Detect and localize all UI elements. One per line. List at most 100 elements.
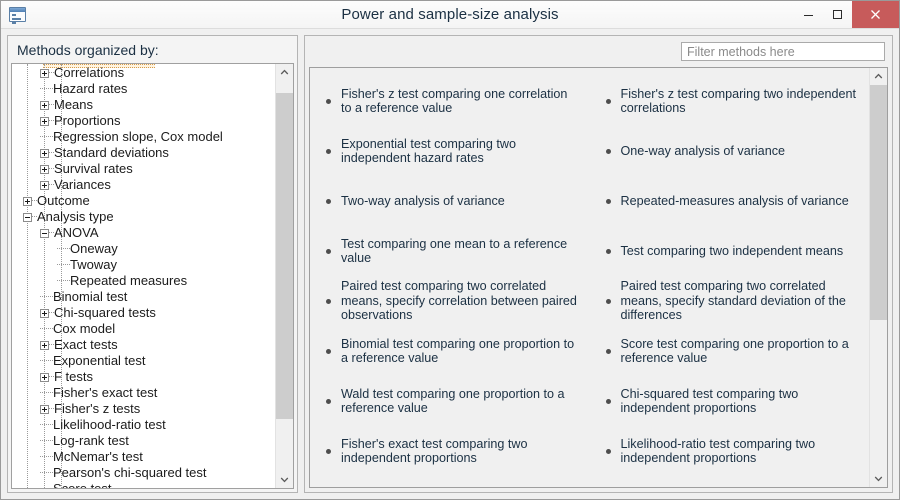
tree-item[interactable]: McNemar's test [12,449,275,465]
collapse-node-icon[interactable] [23,212,32,222]
method-item[interactable]: Likelihood-ratio test comparing two inde… [590,426,870,476]
close-button[interactable] [852,1,899,28]
method-item[interactable]: Paired test comparing two correlated mea… [310,276,590,326]
tree-leaf-connector [40,472,53,474]
tree-item[interactable]: Cox model [12,321,275,337]
tree-item[interactable]: Hazard rates [12,81,275,97]
expand-node-icon[interactable] [40,116,49,126]
expand-node-icon[interactable] [40,68,49,78]
tree-item[interactable]: F tests [12,369,275,385]
tree-item[interactable]: Twoway [12,257,275,273]
tree-item-label: Log-rank test [53,433,129,448]
tree-item[interactable]: Standard deviations [12,145,275,161]
maximize-button[interactable] [823,1,852,28]
methods-tree-frame: Correlations Hazard rates Means Proportions… [11,63,294,489]
method-item[interactable]: Chi-squared test comparing two independe… [590,376,870,426]
bullet-icon [326,298,331,304]
bullet-icon [326,248,331,254]
method-item[interactable]: Exponential test comparing two independe… [310,126,590,176]
tree-item[interactable]: Regression slope, Cox model [12,129,275,145]
expand-node-icon[interactable] [23,196,32,206]
tree-item-label: Likelihood-ratio test [53,417,166,432]
tree-item[interactable]: Fisher's exact test [12,385,275,401]
tree-scroll-thumb[interactable] [276,93,293,419]
tree-item-label: McNemar's test [53,449,143,464]
method-item-label: Test comparing two independent means [620,243,844,258]
method-item-label: Paired test comparing two correlated mea… [341,279,577,323]
method-item[interactable]: Repeated-measures analysis of variance [590,176,870,226]
method-item-label: Paired test comparing two correlated mea… [620,279,846,323]
tree-item[interactable]: Fisher's z tests [12,401,275,417]
tree-leaf-connector [57,280,70,282]
chevron-up-icon[interactable] [276,64,293,81]
expand-node-icon[interactable] [40,180,49,190]
minimize-button[interactable] [794,1,823,28]
method-item[interactable]: Test comparing two independent means [590,226,870,276]
tree-item[interactable]: Exact tests [12,337,275,353]
methods-scroll-thumb[interactable] [870,85,887,320]
tree-vertical-scrollbar[interactable] [275,64,293,488]
bullet-icon [605,98,611,104]
methods-tree[interactable]: Correlations Hazard rates Means Proportions… [12,64,275,488]
method-item[interactable]: Wald test comparing one proportion to a … [310,376,590,426]
tree-item[interactable]: Score test [12,481,275,488]
tree-item[interactable]: Oneway [12,241,275,257]
methods-results-grid[interactable]: Fisher's z test comparing one correlatio… [310,68,869,487]
method-item[interactable]: Two-way analysis of variance [310,176,590,226]
methods-organizer-panel: Methods organized by: Correlations Hazard… [7,35,298,493]
tree-item[interactable]: Analysis type [12,209,275,225]
chevron-up-icon[interactable] [870,68,887,85]
tree-item-label: Pearson's chi-squared test [53,465,207,480]
tree-item[interactable]: Means [12,97,275,113]
expand-node-icon[interactable] [40,372,49,382]
tree-item-label: Outcome [37,193,90,208]
method-item[interactable]: Fisher's z test comparing two independen… [590,76,870,126]
method-item-label: Test comparing one mean to a reference v… [341,236,568,266]
expand-node-icon[interactable] [40,404,49,414]
tree-item[interactable]: Log-rank test [12,433,275,449]
expand-node-icon[interactable] [40,340,49,350]
filter-methods-input[interactable] [681,42,885,61]
bullet-icon [605,198,611,204]
method-item[interactable]: Fisher's z test comparing one correlatio… [310,76,590,126]
method-item[interactable]: Test comparing one mean to a reference v… [310,226,590,276]
tree-item[interactable]: Repeated measures [12,273,275,289]
expand-node-icon[interactable] [40,100,49,110]
window-body: Methods organized by: Correlations Hazard… [1,29,899,499]
tree-scroll-track[interactable] [276,81,293,471]
method-item-label: Binomial test comparing one proportion t… [341,336,575,366]
method-item[interactable]: Paired test comparing two correlated mea… [590,276,870,326]
method-item-label: Wald test comparing one proportion to a … [341,386,565,416]
tree-item[interactable]: Proportions [12,113,275,129]
tree-item[interactable]: Outcome [12,193,275,209]
tree-item[interactable]: Correlations [12,65,275,81]
tree-item[interactable]: Survival rates [12,161,275,177]
bullet-icon [326,348,331,354]
tree-item[interactable]: Binomial test [12,289,275,305]
tree-item[interactable]: Exponential test [12,353,275,369]
tree-item[interactable]: Chi-squared tests [12,305,275,321]
collapse-node-icon[interactable] [40,228,49,238]
tree-leaf-connector [40,360,53,362]
expand-node-icon[interactable] [40,308,49,318]
expand-node-icon[interactable] [40,148,49,158]
tree-item-label: Binomial test [53,289,128,304]
method-item[interactable]: Fisher's exact test comparing two indepe… [310,426,590,476]
tree-item-label: Correlations [54,65,125,80]
bullet-icon [605,348,611,354]
methods-scroll-track[interactable] [870,85,887,470]
bullet-icon [326,398,331,404]
chevron-down-icon[interactable] [276,471,293,488]
tree-item-label: Regression slope, Cox model [53,129,223,144]
expand-node-icon[interactable] [40,164,49,174]
chevron-down-icon[interactable] [870,470,887,487]
method-item[interactable]: One-way analysis of variance [590,126,870,176]
tree-item[interactable]: Pearson's chi-squared test [12,465,275,481]
bullet-icon [326,98,331,104]
method-item[interactable]: Binomial test comparing one proportion t… [310,326,590,376]
tree-item[interactable]: ANOVA [12,225,275,241]
method-item[interactable]: Score test comparing one proportion to a… [590,326,870,376]
tree-item[interactable]: Variances [12,177,275,193]
tree-item[interactable]: Likelihood-ratio test [12,417,275,433]
methods-vertical-scrollbar[interactable] [869,68,887,487]
